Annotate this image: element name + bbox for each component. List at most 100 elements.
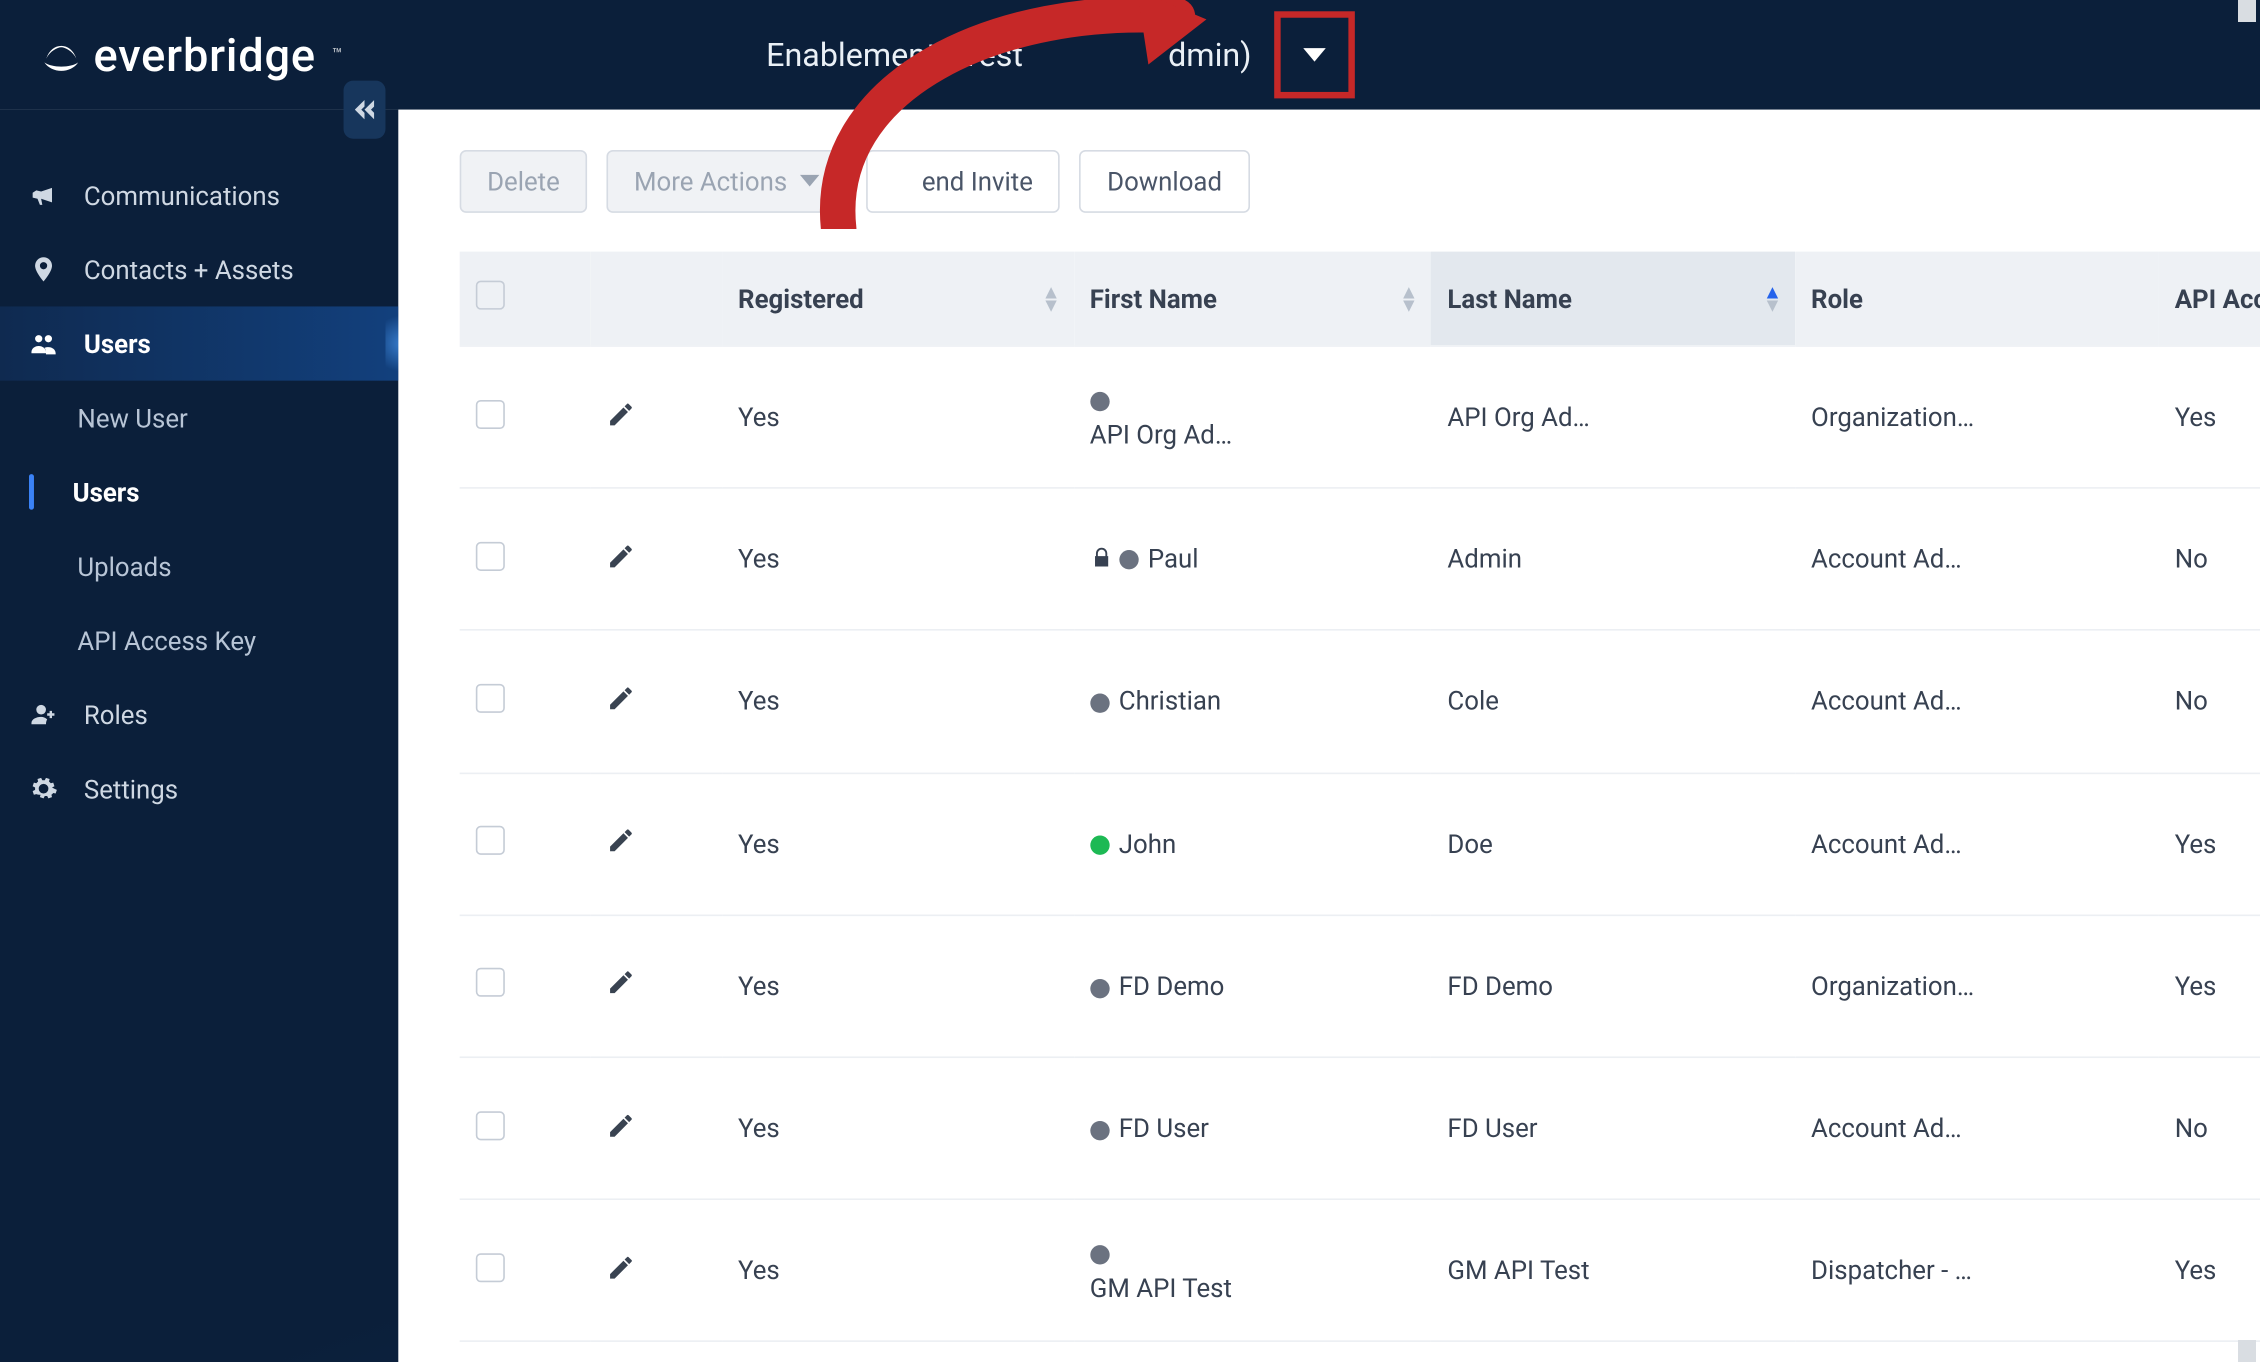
outer-scroll-down[interactable]: [2238, 1340, 2256, 1362]
cell-api-access: No: [2159, 1057, 2260, 1199]
row-checkbox[interactable]: [476, 1253, 505, 1282]
status-dot-icon: [1090, 1121, 1109, 1140]
cell-api-access: Yes: [2159, 773, 2260, 915]
sidebar-item-communications[interactable]: Communications: [0, 158, 398, 232]
cell-last-name: Cole: [1431, 630, 1795, 772]
cell-role: Account Ad…: [1795, 773, 2159, 915]
sidebar-sub-new-user[interactable]: New User: [0, 381, 398, 455]
sidebar-sub-label: Users: [73, 477, 140, 508]
col-role[interactable]: Role: [1795, 252, 2159, 346]
cell-first-name: GM API Test: [1074, 1199, 1432, 1341]
cell-first-name: GM All Grou…: [1074, 1342, 1432, 1362]
row-checkbox[interactable]: [476, 542, 505, 571]
table-row: Yes GM All Grou… GM All Grou… GM All Gro…: [460, 1342, 2260, 1362]
edit-row-button[interactable]: [607, 1258, 636, 1289]
row-checkbox[interactable]: [476, 968, 505, 997]
cell-last-name: Admin: [1431, 488, 1795, 630]
chevron-down-icon: [800, 171, 819, 190]
status-dot-icon: [1090, 1245, 1109, 1264]
select-all-checkbox[interactable]: [476, 281, 505, 310]
lock-icon: [1090, 545, 1113, 576]
cell-first-name: Christian: [1074, 630, 1432, 772]
col-select-all: [460, 252, 591, 346]
edit-row-button[interactable]: [607, 404, 636, 435]
sidebar-item-contacts-assets[interactable]: Contacts + Assets: [0, 232, 398, 306]
org-switcher[interactable]: Enablement - Test dmin): [766, 11, 1355, 98]
brand-logo: everbridge™: [39, 28, 343, 81]
caret-down-icon: [1303, 44, 1326, 67]
org-role-suffix: dmin): [1168, 35, 1251, 74]
cell-api-access: Yes: [2159, 346, 2260, 488]
cell-role: Account Ad…: [1795, 488, 2159, 630]
sidebar-sub-api-key[interactable]: API Access Key: [0, 603, 398, 677]
chevron-left-double-icon: [355, 100, 374, 119]
col-last-name[interactable]: Last Name▲▼: [1431, 252, 1795, 346]
send-invite-button[interactable]: Send Invite: [866, 149, 1060, 212]
cell-api-access: Yes: [2159, 915, 2260, 1057]
sort-icon-active: ▲▼: [1763, 285, 1782, 311]
cell-api-access: No: [2159, 630, 2260, 772]
cell-registered: Yes: [722, 773, 1074, 915]
sidebar-collapse-button[interactable]: [344, 81, 386, 139]
cell-last-name: FD User: [1431, 1057, 1795, 1199]
edit-row-button[interactable]: [607, 1115, 636, 1146]
sidebar-sub-uploads[interactable]: Uploads: [0, 529, 398, 603]
col-first-name[interactable]: First Name▲▼: [1074, 252, 1432, 346]
table-row: Yes Christian Cole Account Ad… No Jun 23…: [460, 630, 2260, 772]
outer-scroll-up[interactable]: [2238, 0, 2256, 22]
status-dot-icon: [1090, 392, 1109, 411]
cell-last-name: Doe: [1431, 773, 1795, 915]
sidebar-item-roles[interactable]: Roles: [0, 677, 398, 751]
sidebar-item-settings[interactable]: Settings: [0, 752, 398, 826]
table-row: Yes John Doe Account Ad… Yes Jan 15, 202…: [460, 773, 2260, 915]
cell-registered: Yes: [722, 488, 1074, 630]
col-api-access[interactable]: API Access▲▼: [2159, 252, 2260, 346]
cell-role: Organization…: [1795, 915, 2159, 1057]
person-plus-icon: [29, 700, 58, 729]
top-bar: everbridge™ Enablement - Test dmin) ? Ev…: [0, 0, 2260, 110]
cell-registered: Yes: [722, 1199, 1074, 1341]
edit-row-button[interactable]: [607, 546, 636, 577]
cell-api-access: Yes: [2159, 1199, 2260, 1341]
cell-registered: Yes: [722, 346, 1074, 488]
cell-role: Account Ad…: [1795, 630, 2159, 772]
cell-first-name: FD User: [1074, 1057, 1432, 1199]
megaphone-icon: [29, 181, 58, 210]
row-checkbox[interactable]: [476, 826, 505, 855]
cell-api-access: No: [2159, 488, 2260, 630]
edit-row-button[interactable]: [607, 831, 636, 862]
cell-last-name: GM API Test: [1431, 1199, 1795, 1341]
brand-name: everbridge: [94, 28, 316, 81]
active-indicator: [29, 474, 34, 509]
edit-row-button[interactable]: [607, 973, 636, 1004]
table-row: Yes API Org Ad… API Org Ad… Organization…: [460, 346, 2260, 488]
cell-registered: Yes: [722, 1057, 1074, 1199]
col-edit: [591, 252, 722, 346]
cell-last-name: GM All Grou…: [1431, 1342, 1795, 1362]
send-invite-label: end Invite: [922, 165, 1033, 196]
delete-button[interactable]: Delete: [460, 149, 588, 212]
row-checkbox[interactable]: [476, 399, 505, 428]
cell-role: Account Ad…: [1795, 1057, 2159, 1199]
download-button[interactable]: Download: [1080, 149, 1250, 212]
cell-registered: Yes: [722, 915, 1074, 1057]
cell-first-name: Paul: [1074, 488, 1432, 630]
sidebar-sub-users[interactable]: Users: [0, 455, 398, 529]
sidebar-label: Users: [84, 328, 151, 359]
cell-first-name: FD Demo: [1074, 915, 1432, 1057]
table-header-row: Registered▲▼ First Name▲▼ Last Name▲▼ Ro…: [460, 252, 2260, 346]
row-checkbox[interactable]: [476, 684, 505, 713]
table-row: Yes FD Demo FD Demo Organization… Yes Ma…: [460, 915, 2260, 1057]
sort-icon: ▲▼: [1042, 285, 1061, 311]
cell-registered: Yes: [722, 1342, 1074, 1362]
row-checkbox[interactable]: [476, 1111, 505, 1140]
cell-last-name: API Org Ad…: [1431, 346, 1795, 488]
org-switcher-caret-highlight[interactable]: [1274, 11, 1355, 98]
edit-row-button[interactable]: [607, 689, 636, 720]
sidebar-label: Contacts + Assets: [84, 254, 294, 285]
org-name: Enablement - Test: [766, 35, 1023, 74]
col-registered[interactable]: Registered▲▼: [722, 252, 1074, 346]
gear-icon: [29, 774, 58, 803]
more-actions-button[interactable]: More Actions: [607, 149, 847, 212]
sidebar-item-users[interactable]: Users: [0, 306, 398, 380]
